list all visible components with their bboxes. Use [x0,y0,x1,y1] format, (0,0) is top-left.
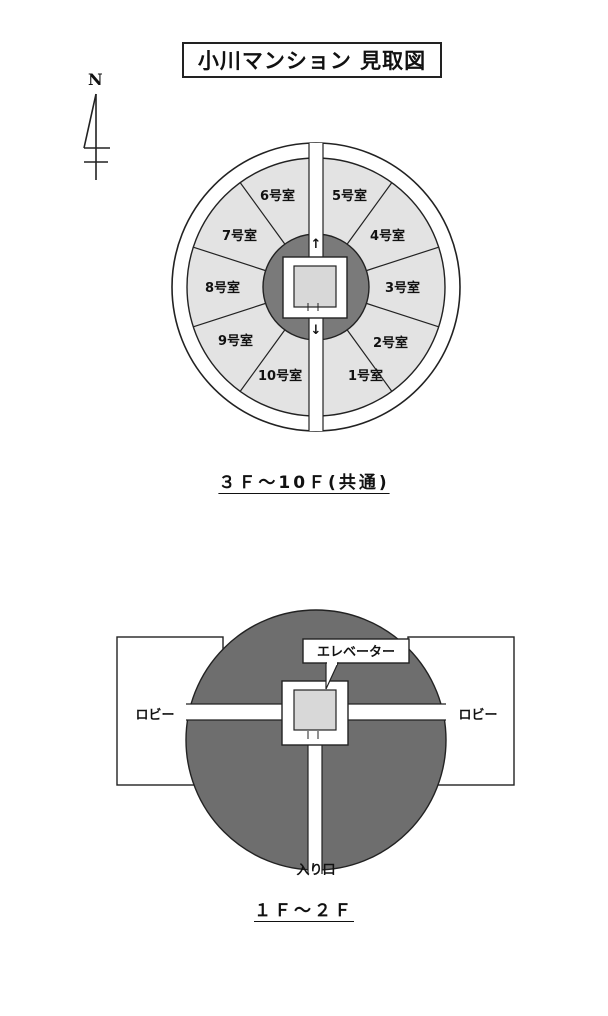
upper-plan-caption: ３Ｆ〜10Ｆ(共通) [218,473,390,493]
room-label-1: 1号室 [348,368,383,384]
room-label-8: 8号室 [205,280,240,296]
lobby-right-label: ロビー [458,707,497,723]
room-label-3: 3号室 [385,280,420,296]
room-label-5: 5号室 [332,188,367,204]
room-label-9: 9号室 [218,333,253,349]
room-label-6: 6号室 [260,188,295,204]
lower-floor-plan: エレベーター ロビー ロビー 入り口 [116,609,515,878]
elevator-label: エレベーター [317,645,395,660]
room-label-7: 7号室 [222,228,257,244]
stair-down-icon: ↓ [311,323,322,338]
stair-up-icon: ↑ [311,237,322,252]
elevator [293,689,337,731]
upper-floor-plan: ↑ ↓ 1号室 2号室 3号室 4号室 5号室 6号室 7号室 8号室 9号室 … [171,142,461,432]
elevator-upper [293,265,337,308]
lower-plan-caption: １Ｆ〜２Ｆ [254,901,354,921]
room-label-4: 4号室 [370,228,405,244]
room-label-2: 2号室 [373,335,408,351]
room-label-10: 10号室 [258,368,302,384]
entrance-label: 入り口 [296,863,335,878]
compass-icon [83,93,110,180]
floor-plan-drawing: ↑ ↓ 1号室 2号室 3号室 4号室 5号室 6号室 7号室 8号室 9号室 … [83,93,515,878]
lobby-left-label: ロビー [135,707,174,723]
